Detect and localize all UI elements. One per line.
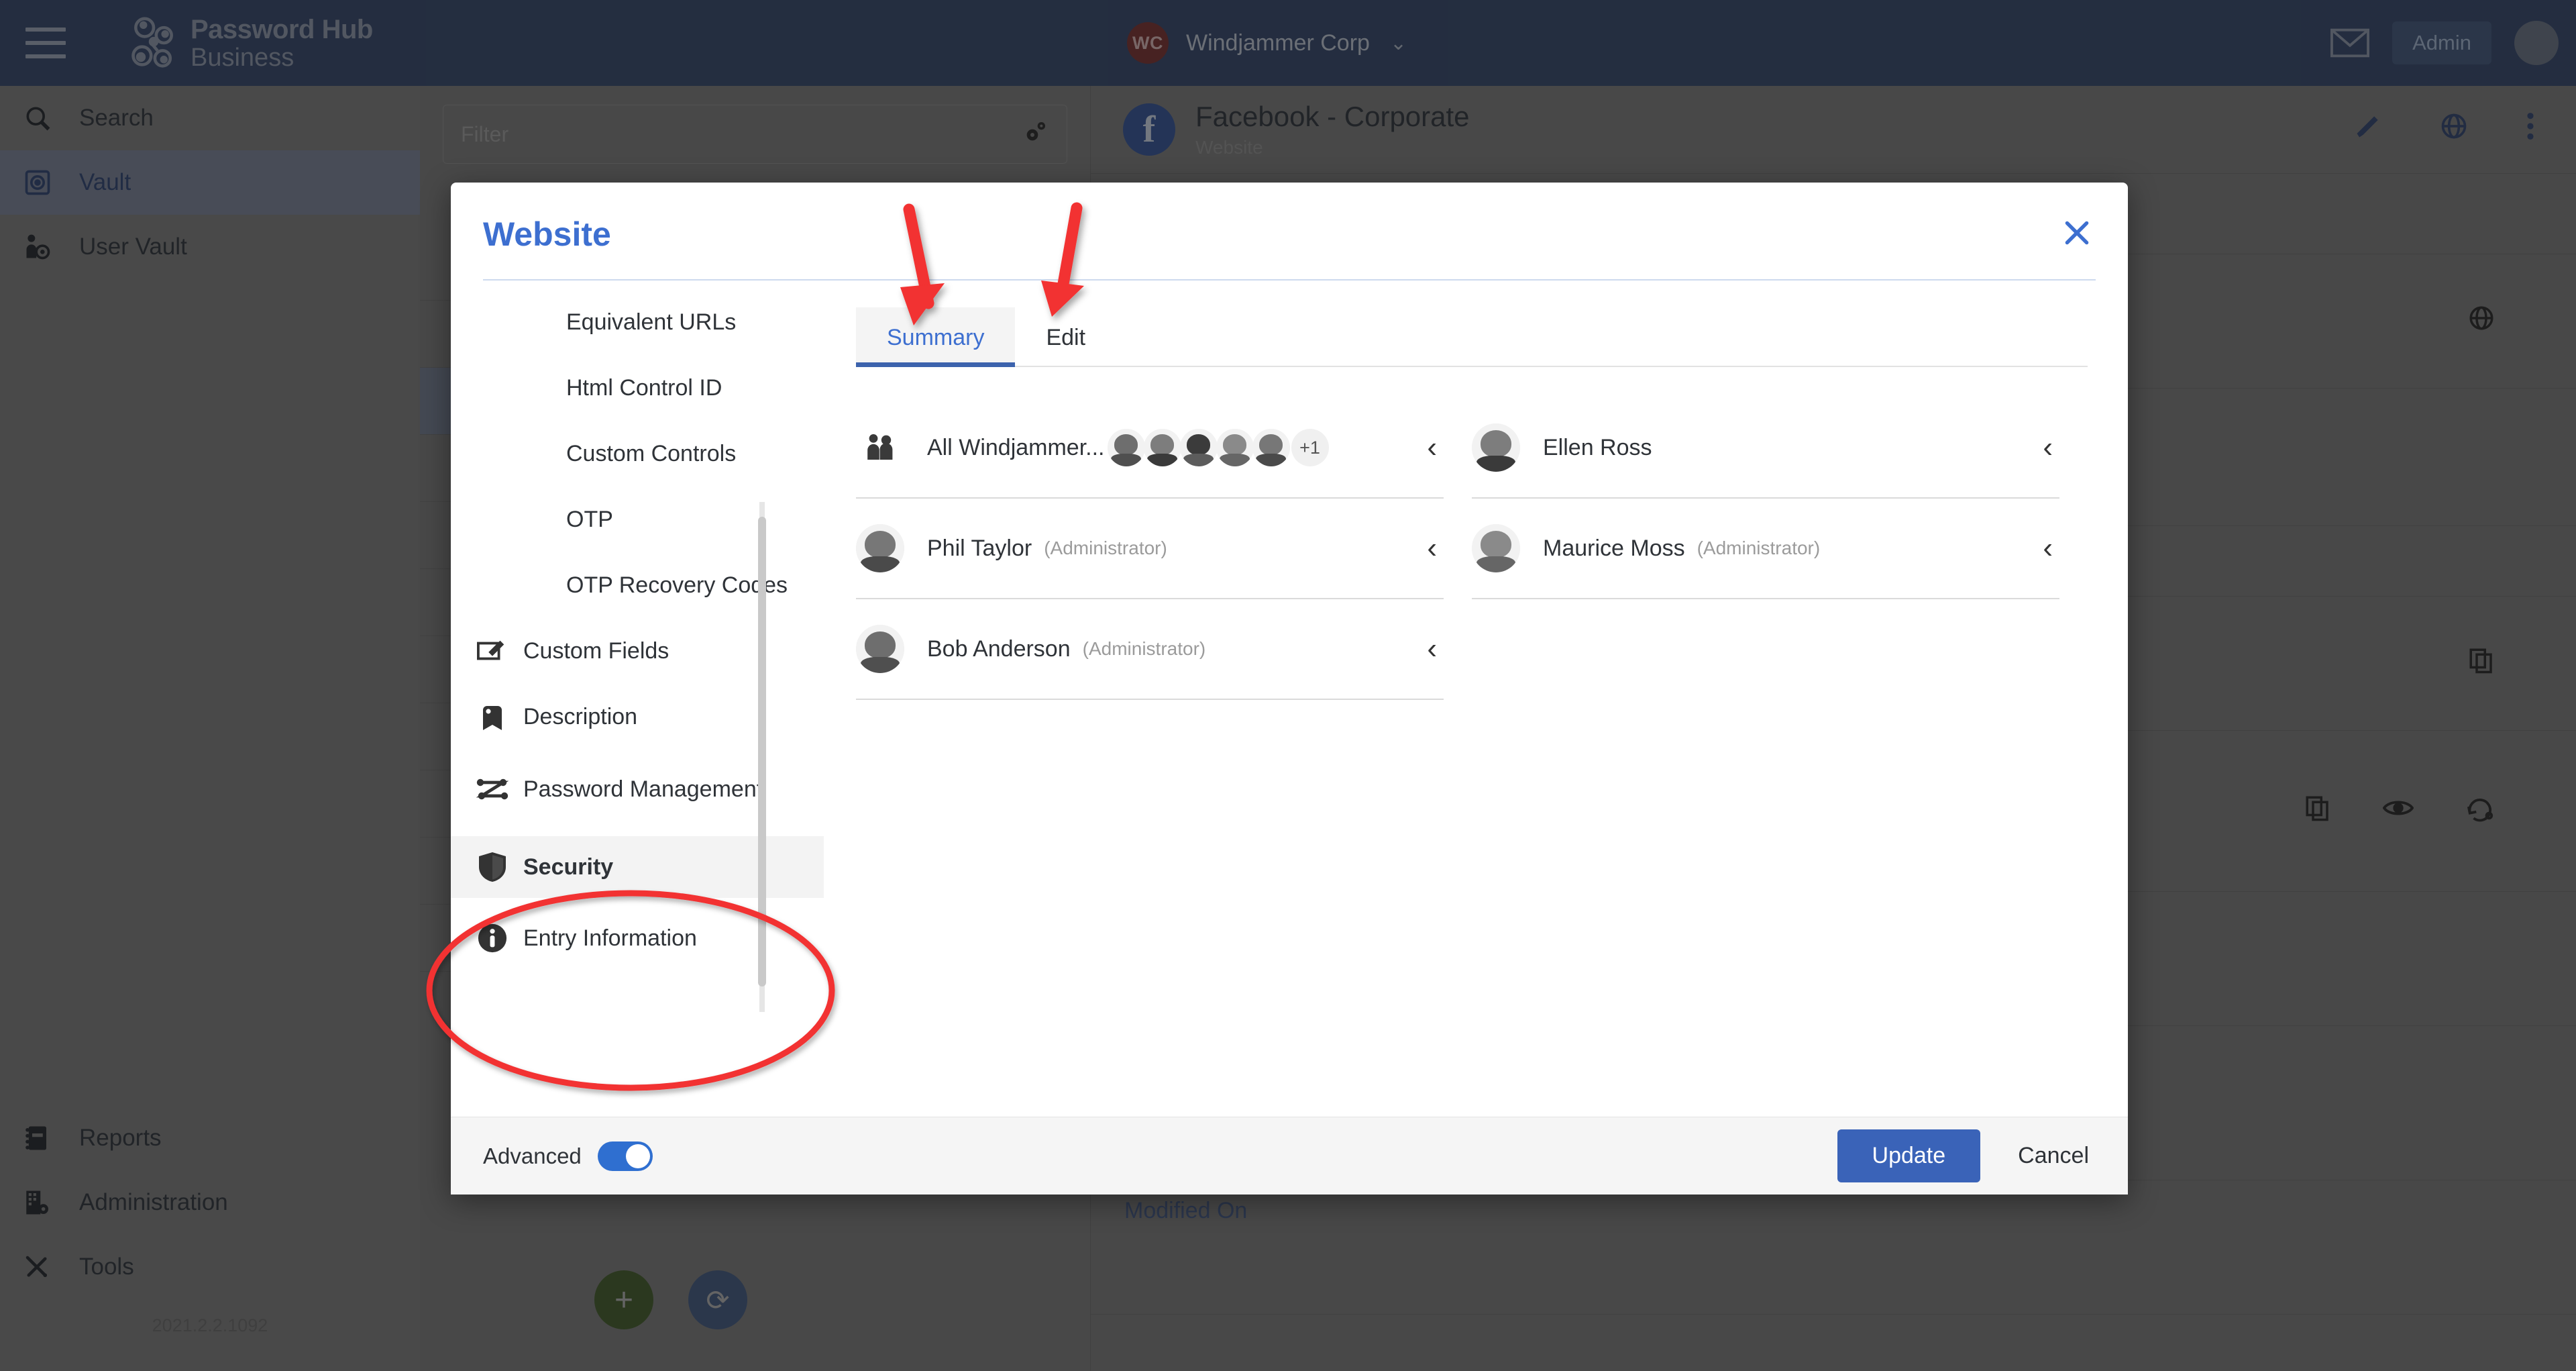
tab-edit[interactable]: Edit xyxy=(1015,307,1116,366)
modal-nav-label: Entry Information xyxy=(523,925,697,951)
modal-nav-label: Equivalent URLs xyxy=(566,309,737,335)
modal-nav-item-description[interactable]: Description xyxy=(451,691,824,742)
table-row[interactable]: Ellen Ross ‹ xyxy=(1472,398,2059,499)
permission-cell: All Windjammer... +1 ‹ xyxy=(856,398,1472,499)
avatar xyxy=(856,524,904,572)
avatar xyxy=(1216,429,1254,466)
modal-footer-actions: Update Cancel xyxy=(1837,1129,2096,1182)
modal-footer: Advanced Update Cancel xyxy=(451,1117,2128,1195)
modal-content: Summary Edit All Windjammer... +1 ‹ Elle… xyxy=(824,281,2128,1117)
modal-nav-label: Description xyxy=(523,703,638,729)
avatar xyxy=(1179,429,1218,466)
avatar xyxy=(1472,524,1520,572)
advanced-toggle[interactable] xyxy=(597,1141,653,1171)
tag-icon xyxy=(474,698,511,735)
table-row[interactable]: All Windjammer... +1 ‹ xyxy=(856,398,1444,499)
tab-summary[interactable]: Summary xyxy=(856,307,1016,367)
modal-nav-item-equivalent-urls[interactable]: Equivalent URLs xyxy=(451,297,824,348)
modal-nav-label: Password Management xyxy=(523,776,763,802)
permission-cell: Phil Taylor (Administrator) ‹ xyxy=(856,499,1472,599)
modal-nav-item-html-control-id[interactable]: Html Control ID xyxy=(451,362,824,413)
permission-name: Ellen Ross xyxy=(1543,434,1652,460)
modal-nav-label: OTP Recovery Codes xyxy=(566,572,788,598)
modal-nav-item-security[interactable]: Security xyxy=(451,836,824,898)
avatar xyxy=(1143,429,1181,466)
chevron-left-icon[interactable]: ‹ xyxy=(1427,632,1437,666)
shield-icon xyxy=(474,848,511,886)
cancel-button[interactable]: Cancel xyxy=(2011,1129,2096,1182)
permission-name: Phil Taylor xyxy=(927,535,1032,561)
permission-role: (Administrator) xyxy=(1697,538,1821,558)
modal-nav-label: Custom Fields xyxy=(523,638,669,664)
website-entry-modal: Website Equivalent URLs Html Control ID … xyxy=(451,183,2128,1195)
modal-nav-item-password-management[interactable]: Password Management xyxy=(451,757,824,821)
permission-role: (Administrator) xyxy=(1082,638,1206,659)
update-button[interactable]: Update xyxy=(1837,1129,1981,1182)
modal-nav-item-otp-recovery-codes[interactable]: OTP Recovery Codes xyxy=(451,560,824,611)
avatar-overflow-badge[interactable]: +1 xyxy=(1291,429,1329,466)
modal-nav-label: Security xyxy=(523,854,614,880)
table-row[interactable]: Phil Taylor (Administrator) ‹ xyxy=(856,499,1444,599)
modal-nav-label: OTP xyxy=(566,506,613,532)
password-management-icon xyxy=(474,770,511,808)
modal-nav-item-custom-controls[interactable]: Custom Controls xyxy=(451,428,824,479)
chevron-left-icon[interactable]: ‹ xyxy=(1427,531,1437,565)
permission-name: All Windjammer... xyxy=(927,434,1105,460)
table-row[interactable]: Maurice Moss (Administrator) ‹ xyxy=(1472,499,2059,599)
custom-fields-icon xyxy=(474,632,511,670)
modal-tabs: Summary Edit xyxy=(856,307,2088,367)
permission-cell: Maurice Moss (Administrator) ‹ xyxy=(1472,499,2088,599)
permission-cell: Ellen Ross ‹ xyxy=(1472,398,2088,499)
close-icon[interactable] xyxy=(2058,216,2096,254)
permission-name: Maurice Moss xyxy=(1543,535,1685,561)
table-row[interactable]: Bob Anderson (Administrator) ‹ xyxy=(856,599,1444,700)
advanced-label: Advanced xyxy=(483,1143,582,1168)
avatar-stack: +1 xyxy=(1107,429,1329,466)
modal-title: Website xyxy=(483,215,611,253)
tab-label: Edit xyxy=(1046,325,1086,350)
modal-nav-label: Custom Controls xyxy=(566,440,737,466)
modal-nav-item-custom-fields[interactable]: Custom Fields xyxy=(451,625,824,676)
table-row-empty xyxy=(1472,599,2059,700)
modal-nav-item-entry-information[interactable]: Entry Information xyxy=(451,913,824,964)
modal-side-nav: Equivalent URLs Html Control ID Custom C… xyxy=(451,281,824,1117)
modal-body: Equivalent URLs Html Control ID Custom C… xyxy=(451,281,2128,1117)
avatar xyxy=(1107,429,1145,466)
permission-cell: Bob Anderson (Administrator) ‹ xyxy=(856,599,1472,700)
permission-cell-empty xyxy=(1472,599,2088,700)
chevron-left-icon[interactable]: ‹ xyxy=(2043,431,2053,464)
group-icon xyxy=(856,431,904,464)
modal-nav-label: Html Control ID xyxy=(566,374,722,401)
avatar xyxy=(856,625,904,673)
avatar xyxy=(1252,429,1290,466)
permission-role: (Administrator) xyxy=(1044,538,1167,558)
info-icon xyxy=(474,919,511,957)
permissions-grid: All Windjammer... +1 ‹ Ellen Ross ‹ Phil… xyxy=(856,398,2088,700)
modal-header: Website xyxy=(451,183,2128,279)
modal-nav-item-otp[interactable]: OTP xyxy=(451,494,824,545)
modal-nav-scrollbar-thumb[interactable] xyxy=(758,517,766,986)
permission-name: Bob Anderson xyxy=(927,636,1071,662)
chevron-left-icon[interactable]: ‹ xyxy=(2043,531,2053,565)
tab-label: Summary xyxy=(887,325,985,350)
modal-side-nav-list: Equivalent URLs Html Control ID Custom C… xyxy=(451,297,824,964)
chevron-left-icon[interactable]: ‹ xyxy=(1427,431,1437,464)
avatar xyxy=(1472,423,1520,472)
